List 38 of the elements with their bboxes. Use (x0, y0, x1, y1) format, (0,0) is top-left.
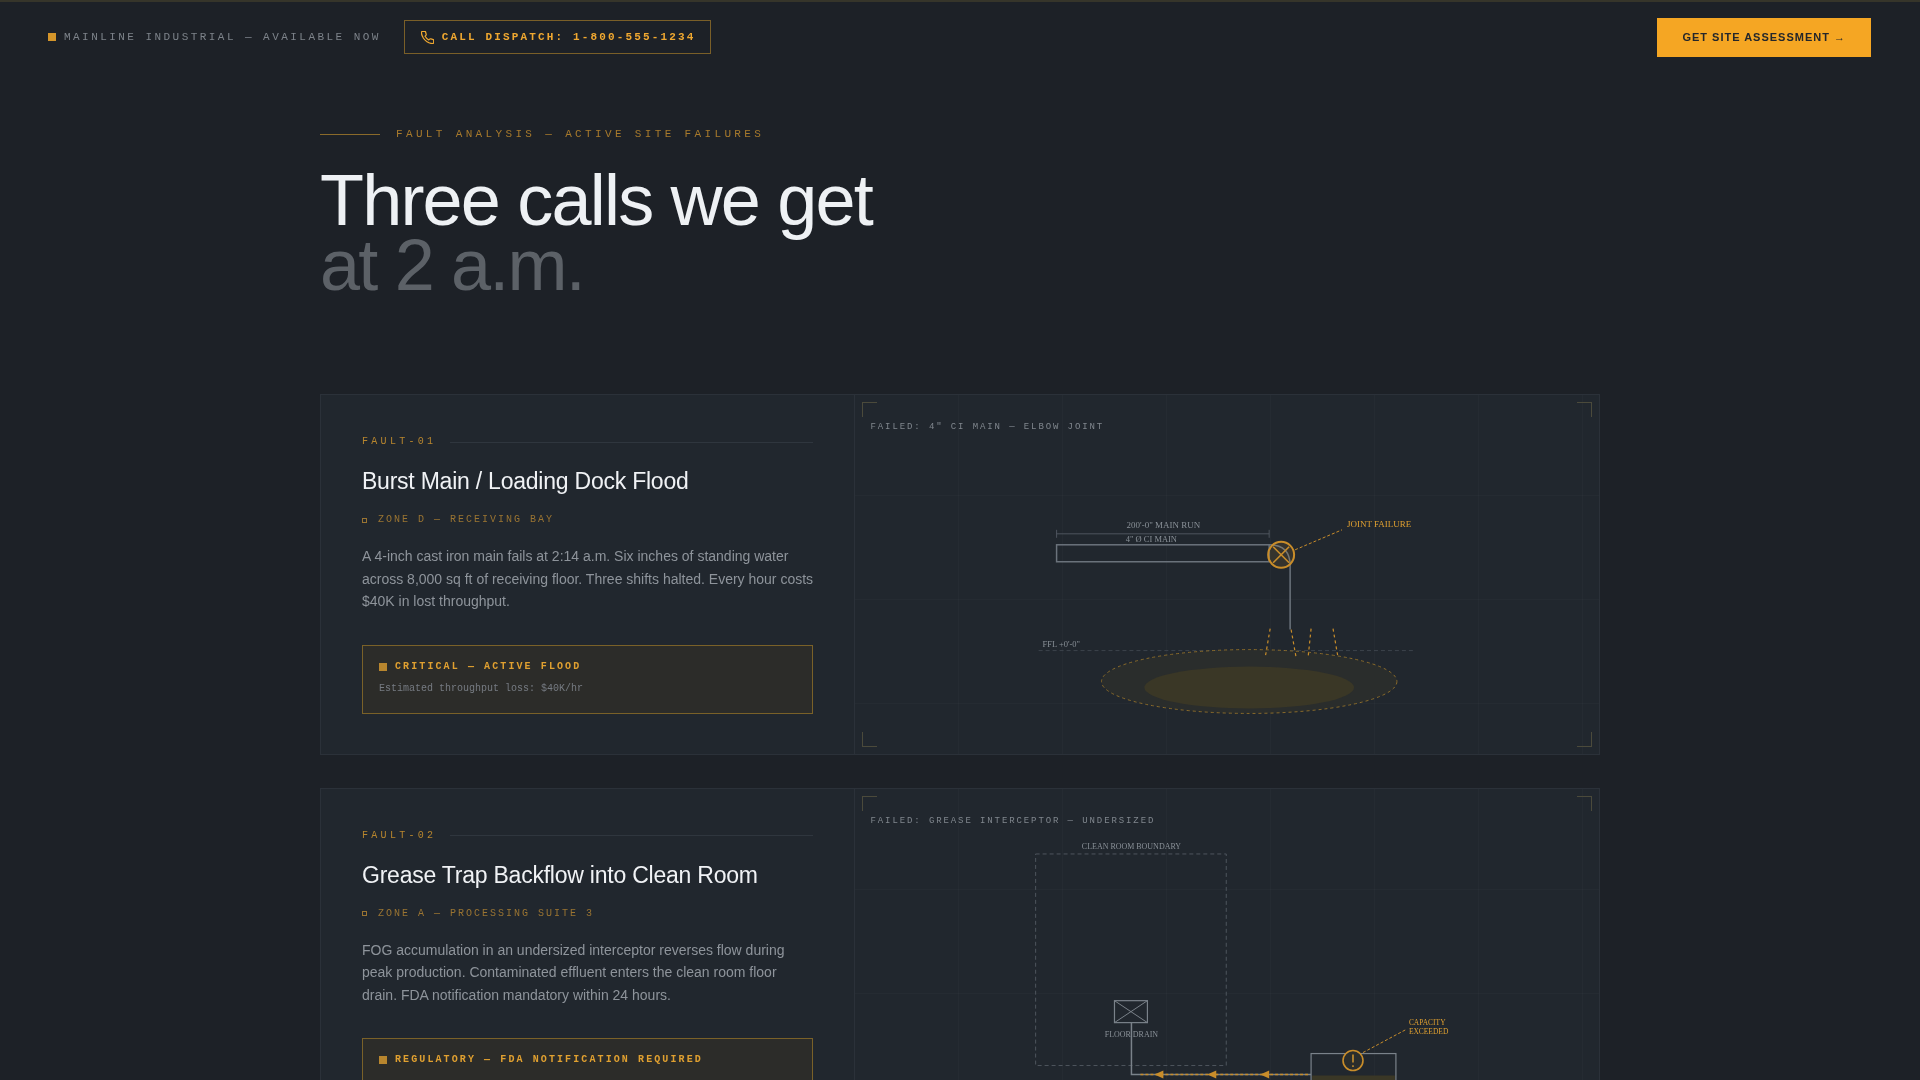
dimension-label: 200'-0" MAIN RUN (1126, 519, 1200, 530)
failure-label: JOINT FAILURE (1346, 518, 1411, 529)
zone-label: ZONE A — PROCESSING SUITE 3 (378, 906, 595, 921)
boundary-label: CLEAN ROOM BOUNDARY (1081, 841, 1181, 851)
availability-text: MAINLINE INDUSTRIAL — AVAILABLE NOW (64, 30, 381, 44)
fault-description: A 4-inch cast iron main fails at 2:14 a.m. Six inches of standing water across 8,000 sq ft of receiving floor. Three shifts halted. Every hour costs $40K in lost throughput. (362, 547, 815, 611)
alert-detail: Estimated throughput loss: $40K/hr (379, 681, 585, 696)
alert-title: CRITICAL — ACTIVE FLOOD (395, 659, 582, 674)
corner-bracket-icon (861, 731, 877, 747)
x-circle-icon (1266, 540, 1295, 569)
alert-square-icon (379, 662, 387, 671)
pipe-label: 4" Ø CI MAIN (1125, 533, 1177, 544)
corner-bracket-icon (861, 795, 877, 811)
zone-label: ZONE D — RECEIVING BAY (378, 513, 555, 527)
fault-title: Grease Trap Backflow into Clean Room (362, 860, 759, 889)
fault-title: Burst Main / Loading Dock Flood (362, 467, 690, 495)
site-assessment-button[interactable]: GET SITE ASSESSMENT → (1657, 17, 1871, 57)
status-square-icon (48, 33, 56, 41)
fault-code: FAULT-01 (362, 435, 437, 449)
alert-title: REGULATORY — FDA NOTIFICATION REQUIRED (395, 1053, 703, 1067)
drain-label: FLOOR DRAIN (1104, 1029, 1158, 1039)
warning-icon (1341, 1049, 1364, 1071)
section-heading: Three calls we get at 2 a.m. (320, 168, 872, 298)
corner-bracket-icon (1577, 731, 1592, 747)
schematic-caption: FAILED: 4" CI MAIN — ELBOW JOINT (870, 421, 1105, 433)
zone-marker-icon (362, 911, 367, 916)
alert-square-icon (379, 1056, 387, 1064)
section-eyebrow: FAULT ANALYSIS — ACTIVE SITE FAILURES (396, 127, 765, 141)
floor-level-label: FFL +0'-0" (1042, 638, 1080, 649)
corner-bracket-icon (1577, 402, 1592, 417)
schematic-caption: FAILED: GREASE INTERCEPTOR — UNDERSIZED (870, 814, 1156, 827)
phone-icon (420, 30, 434, 44)
fault-code: FAULT-02 (362, 828, 437, 843)
corner-bracket-icon (1577, 795, 1592, 811)
zone-marker-icon (362, 517, 367, 523)
fault-description: FOG accumulation in an undersized interceptor reverses flow during peak production. Contaminated effluent enters the clean room floor drain. FDA notification mandatory within 24 hours. (362, 940, 786, 1005)
corner-bracket-icon (861, 402, 877, 417)
call-dispatch-button[interactable]: CALL DISPATCH: 1-800-555-1234 (403, 20, 711, 54)
